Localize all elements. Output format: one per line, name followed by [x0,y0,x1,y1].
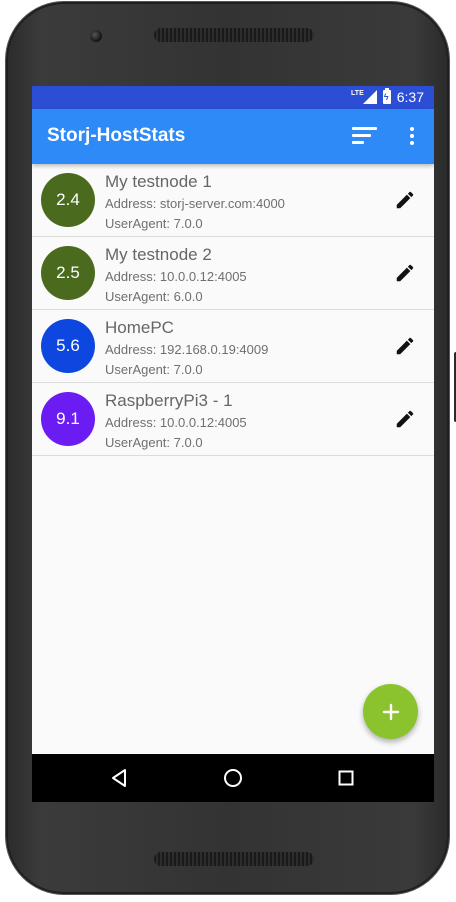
add-icon [382,703,399,720]
signal-icon [362,90,377,104]
score-avatar: 2.5 [41,246,95,300]
app-title: Storj-HostStats [47,125,186,146]
edit-icon[interactable] [394,335,416,357]
edit-icon[interactable] [394,408,416,430]
recents-icon[interactable] [338,770,354,786]
node-address: Address: 10.0.0.12:4005 [105,269,247,284]
more-vert-icon[interactable] [408,125,416,147]
app-bar: Storj-HostStats [32,109,434,164]
edit-icon[interactable] [394,262,416,284]
node-address: Address: 10.0.0.12:4005 [105,415,247,430]
battery-charging-icon: ϟ [382,88,391,104]
node-address: Address: 192.168.0.19:4009 [105,342,269,357]
list-item[interactable]: 5.6 HomePC Address: 192.168.0.19:4009 Us… [32,310,434,383]
node-address: Address: storj-server.com:4000 [105,196,285,211]
sort-icon[interactable] [352,126,378,146]
node-user-agent: UserAgent: 6.0.0 [105,289,203,304]
score-avatar: 5.6 [41,319,95,373]
node-name: My testnode 1 [105,172,212,191]
list-item[interactable]: 2.5 My testnode 2 Address: 10.0.0.12:400… [32,237,434,310]
home-icon[interactable] [223,768,243,788]
navigation-bar [32,754,434,802]
list-item[interactable]: 9.1 RaspberryPi3 - 1 Address: 10.0.0.12:… [32,383,434,456]
lte-icon: LTE [351,90,377,104]
node-user-agent: UserAgent: 7.0.0 [105,216,203,231]
status-time: 6:37 [396,89,424,105]
front-camera [90,30,102,42]
node-name: HomePC [105,318,174,337]
list-item[interactable]: 2.4 My testnode 1 Address: storj-server.… [32,164,434,237]
node-user-agent: UserAgent: 7.0.0 [105,362,203,377]
edit-icon[interactable] [394,189,416,211]
top-speaker-grille [154,28,314,42]
add-node-button[interactable] [363,684,418,739]
status-bar: LTE ϟ 6:37 [32,86,434,109]
screen: LTE ϟ 6:37 Storj-HostStats 2.4 My testno… [32,86,434,802]
node-list: 2.4 My testnode 1 Address: storj-server.… [32,164,434,456]
score-avatar: 2.4 [41,173,95,227]
node-name: RaspberryPi3 - 1 [105,391,233,410]
node-user-agent: UserAgent: 7.0.0 [105,435,203,450]
score-avatar: 9.1 [41,392,95,446]
bottom-speaker-grille [154,852,314,866]
node-name: My testnode 2 [105,245,212,264]
back-icon[interactable] [110,768,128,788]
phone-frame: LTE ϟ 6:37 Storj-HostStats 2.4 My testno… [6,2,456,894]
